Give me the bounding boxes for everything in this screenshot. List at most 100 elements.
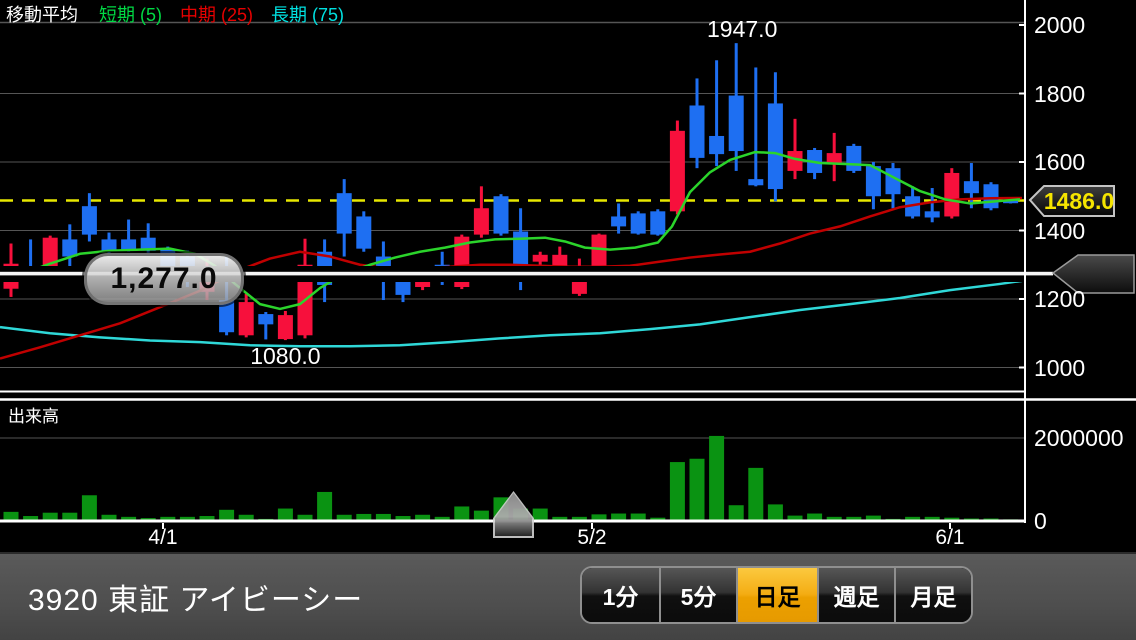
volume-bar bbox=[180, 517, 195, 520]
candle-body bbox=[337, 193, 352, 233]
ma-legend-item-1: 中期 (25) bbox=[180, 5, 253, 25]
svg-text:1486.0: 1486.0 bbox=[1044, 188, 1114, 214]
candle-body bbox=[494, 196, 509, 233]
volume-bar bbox=[415, 515, 430, 520]
volume-bar bbox=[356, 514, 371, 520]
volume-bar bbox=[337, 515, 352, 520]
volume-pane-title: 出来高 bbox=[8, 402, 59, 427]
volume-bar bbox=[709, 436, 724, 520]
ma-legend-item-0: 短期 (5) bbox=[99, 5, 162, 25]
volume-bar bbox=[317, 492, 332, 520]
date-axis-label: 5/2 bbox=[577, 526, 606, 550]
candle-body bbox=[62, 239, 77, 256]
candle-body bbox=[631, 213, 646, 233]
candle-body bbox=[121, 239, 136, 249]
stock-chart-app: 1486.0 移動平均 短期 (5)中期 (25)長期 (75) 出来高 194… bbox=[0, 0, 1136, 640]
volume-bar bbox=[827, 517, 842, 520]
candle-body bbox=[846, 146, 861, 171]
volume-bar bbox=[729, 505, 744, 519]
price-axis-label: 1600 bbox=[1034, 149, 1085, 176]
ma-legend: 移動平均 短期 (5)中期 (25)長期 (75) bbox=[6, 1, 362, 27]
candle-body bbox=[102, 239, 117, 250]
volume-bar bbox=[454, 506, 469, 519]
candle-body bbox=[278, 315, 293, 339]
ma-legend-title: 移動平均 bbox=[6, 5, 78, 25]
candle-body bbox=[513, 232, 528, 265]
timeframe-button-1min[interactable]: 1分 bbox=[582, 568, 659, 622]
crosshair-price-value: 1,277.0 bbox=[110, 262, 217, 296]
volume-bar bbox=[239, 515, 254, 520]
volume-bar bbox=[788, 516, 803, 520]
date-axis-label: 4/1 bbox=[148, 526, 177, 550]
timeframe-button-weekly[interactable]: 週足 bbox=[817, 568, 894, 622]
current-price-badge: 1486.0 bbox=[1030, 186, 1114, 216]
price-axis-label: 2000 bbox=[1034, 12, 1085, 39]
candle-body bbox=[650, 211, 665, 234]
volume-bar bbox=[611, 514, 626, 520]
footer-bar: 3920 東証 アイビーシー 1分5分日足週足月足 設定 bbox=[0, 552, 1136, 640]
volume-bar bbox=[984, 519, 999, 520]
volume-bar bbox=[43, 513, 58, 520]
volume-bar bbox=[533, 509, 548, 520]
date-axis-label: 6/1 bbox=[935, 526, 964, 550]
timeframe-selector: 1分5分日足週足月足 bbox=[580, 566, 973, 624]
volume-bar bbox=[435, 517, 450, 520]
candle-body bbox=[925, 211, 940, 217]
candle-body bbox=[768, 103, 783, 189]
volume-bar bbox=[4, 512, 19, 520]
volume-bar bbox=[846, 517, 861, 520]
volume-bar bbox=[807, 514, 822, 520]
candle-body bbox=[239, 302, 254, 335]
volume-axis-label: 0 bbox=[1034, 508, 1047, 535]
volume-axis-label: 2000000 bbox=[1034, 425, 1124, 452]
candle-body bbox=[258, 314, 273, 324]
volume-bar bbox=[102, 515, 117, 520]
crosshair-price-pill[interactable]: 1,277.0 bbox=[84, 253, 244, 305]
low-price-annotation: 1080.0 bbox=[250, 343, 320, 370]
volume-bar bbox=[278, 509, 293, 520]
candle-body bbox=[474, 208, 489, 234]
timeframe-button-5min[interactable]: 5分 bbox=[659, 568, 736, 622]
candle-body bbox=[748, 179, 763, 185]
candle-body bbox=[690, 105, 705, 157]
timeframe-button-daily[interactable]: 日足 bbox=[736, 568, 817, 622]
volume-bar bbox=[23, 516, 38, 519]
volume-bar bbox=[474, 511, 489, 520]
high-price-annotation: 1947.0 bbox=[707, 16, 777, 43]
price-axis-label: 1400 bbox=[1034, 218, 1085, 245]
volume-bar bbox=[160, 517, 175, 520]
candle-body bbox=[709, 136, 724, 154]
volume-bar bbox=[670, 462, 685, 519]
candle-body bbox=[356, 216, 371, 248]
volume-bar bbox=[768, 504, 783, 519]
price-axis-label: 1800 bbox=[1034, 81, 1085, 108]
stock-title: 3920 東証 アイビーシー bbox=[28, 575, 363, 619]
candle-body bbox=[82, 206, 97, 234]
volume-bar bbox=[866, 516, 881, 520]
volume-bar bbox=[572, 517, 587, 520]
volume-bar bbox=[905, 517, 920, 520]
volume-bar bbox=[650, 518, 665, 520]
volume-bar bbox=[82, 495, 97, 519]
volume-bar bbox=[925, 517, 940, 520]
candle-body bbox=[670, 131, 685, 211]
volume-bar bbox=[690, 459, 705, 520]
volume-bar bbox=[552, 517, 567, 520]
candle-body bbox=[533, 255, 548, 262]
volume-bar bbox=[376, 514, 391, 520]
candle-body bbox=[944, 173, 959, 216]
volume-bar bbox=[62, 513, 77, 520]
volume-bar bbox=[219, 510, 234, 520]
volume-bar bbox=[886, 519, 901, 520]
volume-bar bbox=[592, 514, 607, 519]
candle-body bbox=[611, 216, 626, 226]
volume-bar bbox=[396, 516, 411, 519]
candlestick-chart-area[interactable]: 1486.0 移動平均 短期 (5)中期 (25)長期 (75) 出来高 194… bbox=[0, 0, 1136, 552]
volume-bar bbox=[964, 519, 979, 520]
volume-bar bbox=[944, 518, 959, 520]
volume-bar bbox=[200, 516, 215, 519]
candle-body bbox=[729, 96, 744, 151]
timeframe-button-monthly[interactable]: 月足 bbox=[894, 568, 971, 622]
candle-body bbox=[592, 235, 607, 267]
volume-bar bbox=[298, 515, 313, 520]
